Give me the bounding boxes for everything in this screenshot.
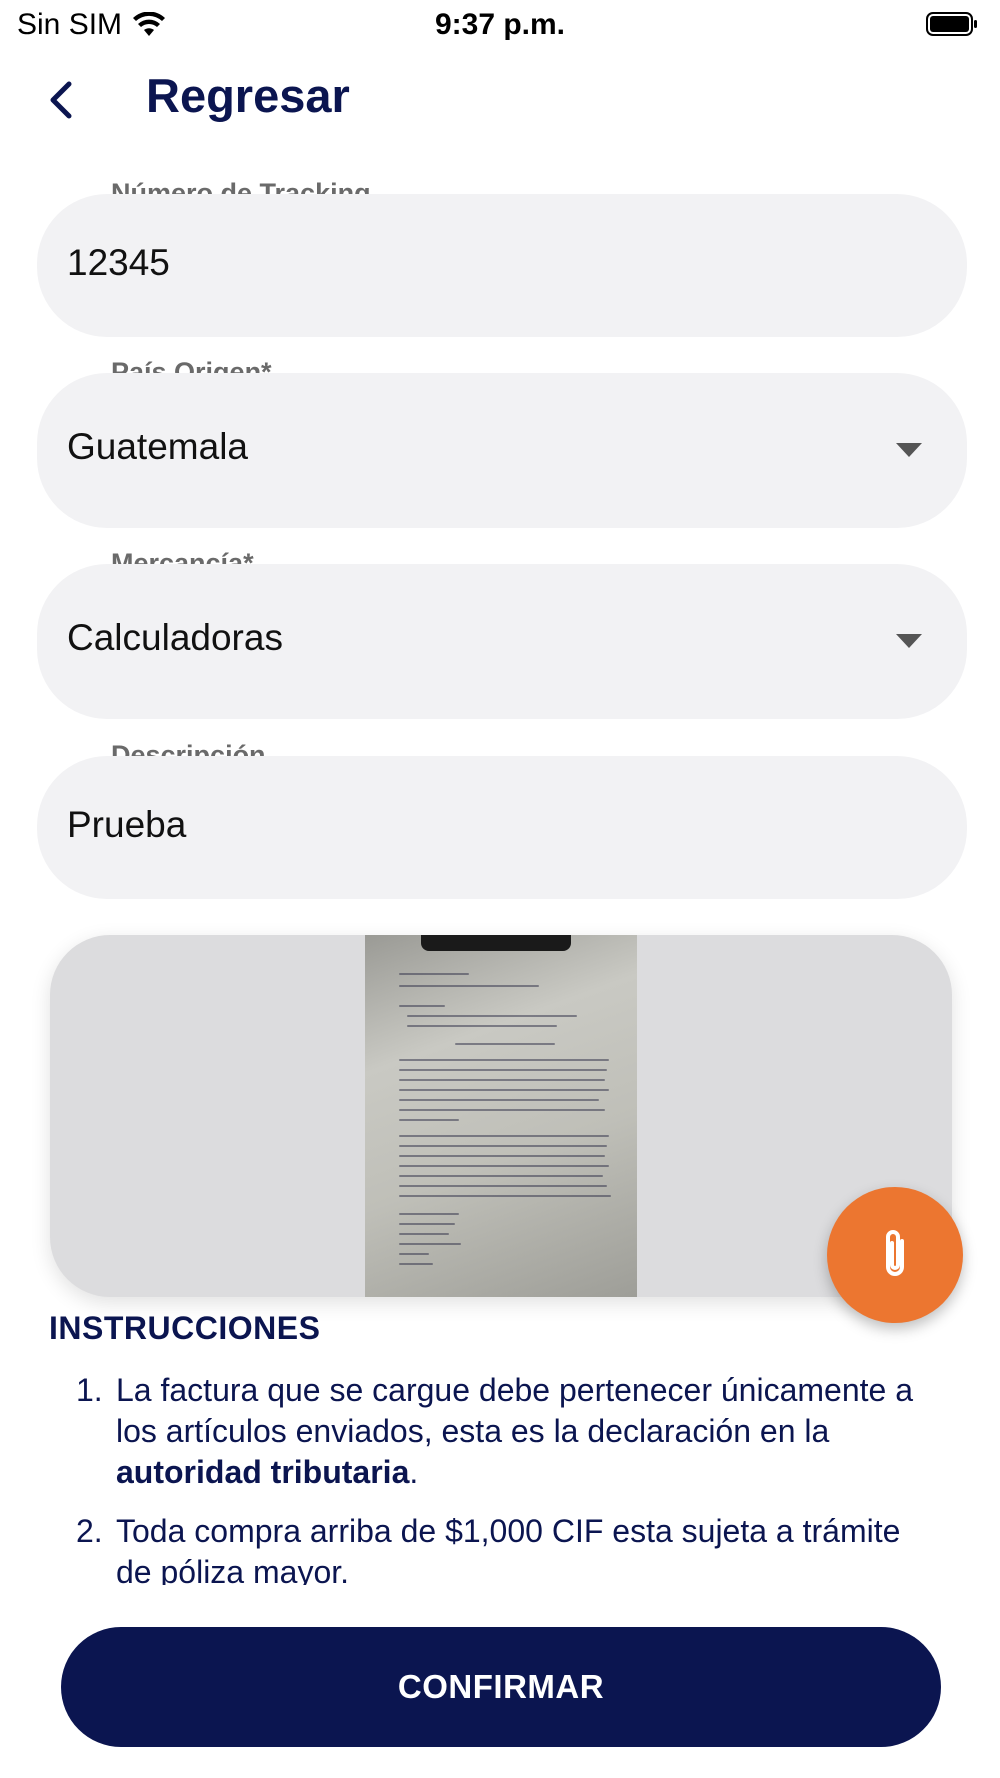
invoice-preview-area[interactable]: [50, 935, 952, 1297]
attach-file-button[interactable]: [827, 1187, 963, 1323]
instruction-number: 1.: [76, 1372, 103, 1408]
description-value: Prueba: [67, 804, 187, 845]
instruction-text: La factura que se cargue debe pertenecer…: [116, 1372, 913, 1449]
instruction-text-end: .: [409, 1454, 419, 1490]
back-title[interactable]: Regresar: [146, 68, 350, 123]
chevron-down-icon: [896, 634, 922, 648]
instructions-list: 1. La factura que se cargue debe pertene…: [76, 1370, 916, 1585]
chevron-left-icon: [50, 81, 72, 119]
status-bar: Sin SIM 9:37 p.m.: [0, 0, 1000, 52]
paperclip-icon: [886, 1230, 904, 1276]
back-button[interactable]: [38, 74, 86, 126]
battery-icon: [926, 12, 977, 36]
country-value: Guatemala: [67, 426, 248, 467]
instruction-item: 2. Toda compra arriba de $1,000 CIF esta…: [76, 1511, 916, 1585]
instruction-item: 1. La factura que se cargue debe pertene…: [76, 1370, 916, 1493]
tracking-value: 12345: [67, 242, 170, 283]
instruction-bold-text: autoridad tributaria: [116, 1454, 410, 1490]
description-input[interactable]: Prueba: [37, 756, 967, 899]
chevron-down-icon: [896, 443, 922, 457]
country-select[interactable]: Guatemala: [37, 373, 967, 528]
merchandise-select[interactable]: Calculadoras: [37, 564, 967, 719]
instruction-number: 2.: [76, 1513, 103, 1549]
header: Regresar: [0, 60, 1000, 140]
merchandise-value: Calculadoras: [67, 617, 283, 658]
clock: 9:37 p.m.: [434, 8, 566, 41]
confirm-button[interactable]: CONFIRMAR: [61, 1627, 941, 1747]
tracking-input[interactable]: 12345: [37, 194, 967, 337]
instructions-title: INSTRUCCIONES: [49, 1310, 321, 1346]
clipboard-clip: [421, 935, 571, 951]
instruction-text: Toda compra arriba de $1,000 CIF esta su…: [116, 1513, 901, 1585]
invoice-photo: [365, 935, 637, 1297]
